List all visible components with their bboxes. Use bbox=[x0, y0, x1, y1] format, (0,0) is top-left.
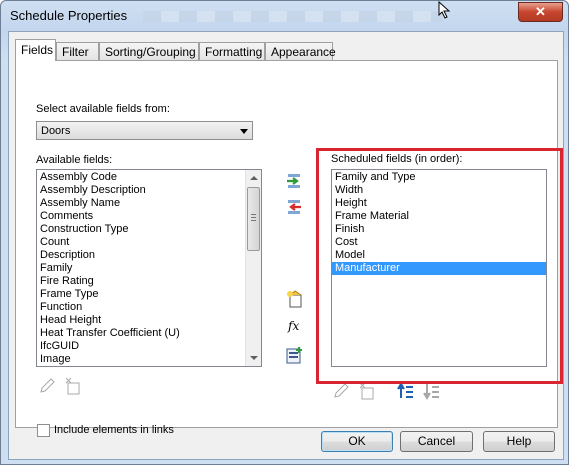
move-up-icon[interactable] bbox=[396, 382, 414, 400]
blurred-background-bar bbox=[143, 11, 443, 22]
available-fields-label: Available fields: bbox=[36, 154, 113, 166]
scrollbar-thumb[interactable] bbox=[247, 187, 260, 251]
calculated-value-fx-icon[interactable]: fx bbox=[288, 319, 299, 333]
scroll-down-icon[interactable] bbox=[250, 356, 258, 360]
list-item[interactable]: Heat Transfer Coefficient (U) bbox=[37, 327, 261, 340]
vertical-scrollbar[interactable] bbox=[245, 170, 261, 366]
include-links-label: Include elements in links bbox=[54, 424, 174, 436]
highlight-box bbox=[316, 148, 563, 384]
remove-field-arrow-icon[interactable] bbox=[285, 198, 303, 216]
grip-line bbox=[251, 220, 256, 221]
dialog-client-area: Fields Filter Sorting/Grouping Formattin… bbox=[8, 31, 564, 460]
list-item[interactable]: Assembly Name bbox=[37, 197, 261, 210]
title-bar[interactable]: Schedule Properties ✕ bbox=[1, 1, 568, 31]
fields-tab-panel: Select available fields from: Doors Avai… bbox=[15, 60, 563, 437]
grip-line bbox=[251, 217, 256, 218]
grip-line bbox=[251, 214, 256, 215]
list-item[interactable]: Image bbox=[37, 353, 261, 366]
cancel-button[interactable]: Cancel bbox=[400, 431, 473, 452]
tab-sorting-grouping[interactable]: Sorting/Grouping bbox=[99, 42, 199, 60]
tab-formatting[interactable]: Formatting bbox=[199, 42, 265, 60]
add-parameter-icon[interactable] bbox=[285, 290, 303, 308]
mouse-cursor-icon bbox=[438, 1, 451, 19]
list-item[interactable]: Assembly Code bbox=[37, 171, 261, 184]
move-down-icon[interactable] bbox=[422, 382, 440, 400]
scroll-up-icon[interactable] bbox=[250, 176, 258, 180]
edit-pencil-icon[interactable] bbox=[332, 382, 350, 400]
available-fields-items: Assembly Code Assembly Description Assem… bbox=[37, 170, 261, 366]
list-item[interactable]: Comments bbox=[37, 210, 261, 223]
add-field-arrow-icon[interactable] bbox=[285, 172, 303, 190]
list-item[interactable]: Family bbox=[37, 262, 261, 275]
window-title: Schedule Properties bbox=[10, 8, 128, 23]
list-item[interactable]: Construction Type bbox=[37, 223, 261, 236]
ok-button[interactable]: OK bbox=[321, 431, 393, 452]
tab-appearance[interactable]: Appearance bbox=[265, 42, 336, 60]
chevron-down-icon bbox=[240, 129, 248, 134]
help-button[interactable]: Help bbox=[483, 431, 555, 452]
list-item[interactable]: Function bbox=[37, 301, 261, 314]
select-from-label: Select available fields from: bbox=[36, 103, 170, 115]
combine-parameters-icon[interactable] bbox=[285, 346, 303, 364]
close-button[interactable]: ✕ bbox=[518, 2, 563, 22]
delete-parameter-icon[interactable] bbox=[64, 377, 82, 395]
list-item[interactable]: Count bbox=[37, 236, 261, 249]
include-links-checkbox[interactable] bbox=[37, 424, 50, 437]
edit-pencil-icon[interactable] bbox=[38, 377, 56, 395]
list-item[interactable]: Head Height bbox=[37, 314, 261, 327]
tab-fields[interactable]: Fields bbox=[15, 39, 56, 61]
list-item[interactable]: IfcGUID bbox=[37, 340, 261, 353]
schedule-properties-window: Schedule Properties ✕ Fields Filter Sort… bbox=[0, 0, 569, 465]
category-value: Doors bbox=[41, 125, 71, 137]
list-item[interactable]: Fire Rating bbox=[37, 275, 261, 288]
category-dropdown[interactable]: Doors bbox=[36, 121, 253, 140]
tab-filter[interactable]: Filter bbox=[56, 42, 99, 60]
list-item[interactable]: Frame Type bbox=[37, 288, 261, 301]
list-item[interactable]: Assembly Description bbox=[37, 184, 261, 197]
available-fields-list[interactable]: Assembly Code Assembly Description Assem… bbox=[36, 169, 262, 367]
list-item[interactable]: Description bbox=[37, 249, 261, 262]
delete-parameter-icon[interactable] bbox=[358, 382, 376, 400]
